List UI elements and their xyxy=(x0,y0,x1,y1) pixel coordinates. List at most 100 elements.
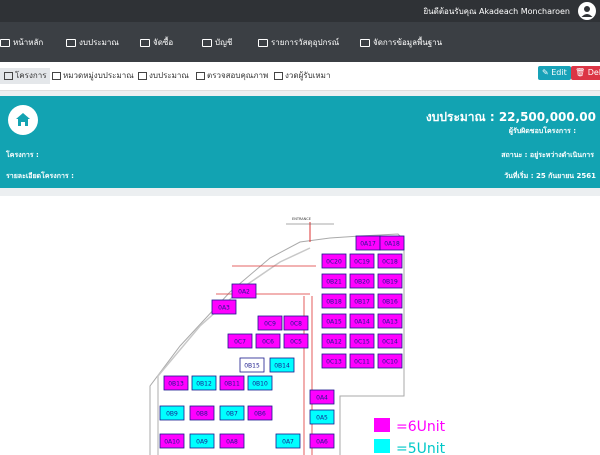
welcome-text: ยินดีต้อนรับคุณ Akadeach Moncharoen xyxy=(423,7,570,16)
plan-unit-label: 0C5 xyxy=(290,339,302,346)
installment-icon xyxy=(274,71,283,80)
budget-icon xyxy=(66,38,76,47)
plan-unit-label: 0B7 xyxy=(226,411,238,418)
home-icon xyxy=(0,38,10,47)
plan-unit-label: 0B17 xyxy=(354,299,370,306)
edit-label: Edit xyxy=(551,68,567,77)
tab-project[interactable]: โครงการ xyxy=(0,68,51,84)
home-icon[interactable] xyxy=(8,105,38,135)
plan-unit-label: 0C19 xyxy=(354,259,370,266)
legend-label-6unit: =6Unit xyxy=(396,419,446,435)
project-info-panel: งบประมาณ : 22,500,000.00 ผู้รับผิดชอบโคร… xyxy=(0,96,600,188)
plan-unit-label: 0A2 xyxy=(238,289,250,296)
nav-item-budget[interactable]: งบประมาณ xyxy=(66,36,119,49)
list-icon xyxy=(258,38,268,47)
tab-label: หมวดหมู่งบประมาณ xyxy=(63,71,134,80)
plan-unit-label: 0A4 xyxy=(316,395,328,402)
tab-label: งวดผู้รับเหมา xyxy=(285,71,331,80)
tab-label: ตรวจสอบคุณภาพ xyxy=(207,71,269,80)
nav-item-purchase[interactable]: จัดซื้อ xyxy=(140,36,173,49)
tab-budget-category[interactable]: หมวดหมู่งบประมาณ xyxy=(48,68,138,84)
plan-unit-label: 0C10 xyxy=(382,359,398,366)
project-icon xyxy=(4,71,13,80)
legend: =6Unit =5Unit xyxy=(374,418,446,455)
plan-unit-label: 0A8 xyxy=(226,439,238,446)
delete-button[interactable]: 🗑 Delete xyxy=(571,66,600,80)
project-name-label: โครงการ : xyxy=(6,151,39,159)
plan-unit-label: 0C11 xyxy=(354,359,370,366)
nav-label: จัดการข้อมูลพื้นฐาน xyxy=(373,38,443,47)
book-icon xyxy=(202,38,212,47)
plan-unit-label: 0B20 xyxy=(354,279,370,286)
user-avatar-icon[interactable] xyxy=(578,2,596,20)
nav-label: จัดซื้อ xyxy=(153,38,174,47)
legend-label-5unit: =5Unit xyxy=(396,441,446,455)
category-icon xyxy=(52,71,61,80)
tab-bar: โครงการ หมวดหมู่งบประมาณ งบประมาณ ตรวจสอ… xyxy=(0,62,600,91)
project-responsible: ผู้รับผิดชอบโครงการ : xyxy=(508,127,576,135)
nav-item-account[interactable]: บัญชี xyxy=(202,36,232,49)
plan-unit-label: 0A7 xyxy=(282,439,294,446)
plan-unit-label: 0A9 xyxy=(196,439,208,446)
plan-unit-label: 0A3 xyxy=(218,305,230,312)
plan-unit-label: 0A13 xyxy=(382,319,398,326)
edit-button[interactable]: ✎ Edit xyxy=(538,66,571,80)
legend-swatch-6unit xyxy=(374,418,390,432)
nav-label: รายการวัสดุอุปกรณ์ xyxy=(271,38,340,47)
plan-unit-label: 0A18 xyxy=(384,241,400,248)
plan-unit-label: 0B11 xyxy=(224,381,240,388)
cart-icon xyxy=(140,38,150,47)
plan-unit-label: 0C14 xyxy=(382,339,398,346)
plan-unit-label: 0B13 xyxy=(168,381,184,388)
plan-unit-label: 0B6 xyxy=(254,411,266,418)
project-budget: งบประมาณ : 22,500,000.00 xyxy=(425,110,596,124)
tab-label: โครงการ xyxy=(15,71,47,80)
plan-units: 0A17 0A18 0C20 0C19 0C18 0B21 0B20 0B19 0B18 0B17… xyxy=(159,235,405,449)
nav-label: หน้าหลัก xyxy=(13,38,44,47)
plan-unit-label: 0A12 xyxy=(326,339,342,346)
plan-unit-label: 0A10 xyxy=(164,439,180,446)
tab-budget[interactable]: งบประมาณ xyxy=(134,68,193,84)
plan-unit-label: 0B8 xyxy=(196,411,208,418)
plan-unit-label: 0B21 xyxy=(326,279,342,286)
site-plan-drawing: ENTRANCE 0A17 0A18 0C20 0C19 0C18 0B21 0B20 0B1… xyxy=(149,217,446,455)
main-nav: หน้าหลัก งบประมาณ จัดซื้อ บัญชี รายการวั… xyxy=(0,22,600,62)
plan-unit-label: 0C15 xyxy=(354,339,370,346)
site-plan: ENTRANCE 0A17 0A18 0C20 0C19 0C18 0B21 0B20 0B1… xyxy=(0,196,600,455)
plan-unit-label: 0B9 xyxy=(166,411,178,418)
top-bar: ยินดีต้อนรับคุณ Akadeach Moncharoen xyxy=(0,0,600,22)
budget-icon xyxy=(138,71,147,80)
plan-unit-label: 0B10 xyxy=(252,381,268,388)
plan-unit-label: 0A14 xyxy=(354,319,370,326)
plan-unit-label: 0A5 xyxy=(316,415,328,422)
plan-unit-label: 0B12 xyxy=(196,381,212,388)
plan-unit-label: 0B19 xyxy=(382,279,398,286)
plan-unit-label: 0B15 xyxy=(244,363,260,370)
tab-quality-check[interactable]: ตรวจสอบคุณภาพ xyxy=(192,68,272,84)
nav-item-materials[interactable]: รายการวัสดุอุปกรณ์ xyxy=(258,36,339,49)
nav-item-home[interactable]: หน้าหลัก xyxy=(0,36,43,49)
nav-item-settings[interactable]: จัดการข้อมูลพื้นฐาน xyxy=(360,36,442,49)
plan-unit-label: 0B14 xyxy=(274,363,290,370)
plan-unit-label: 0B16 xyxy=(382,299,398,306)
plan-unit-label: 0A6 xyxy=(316,439,328,446)
legend-swatch-5unit xyxy=(374,439,390,453)
chart-icon xyxy=(196,71,205,80)
plan-unit-label: 0C6 xyxy=(262,339,274,346)
plan-unit-label: 0C9 xyxy=(264,321,276,328)
gear-icon xyxy=(360,38,370,47)
plan-unit-label: 0A17 xyxy=(360,241,376,248)
svg-text:ENTRANCE: ENTRANCE xyxy=(292,217,311,221)
plan-unit-label: 0B18 xyxy=(326,299,342,306)
project-detail-label: รายละเอียดโครงการ : xyxy=(6,172,74,180)
plan-unit-label: 0C13 xyxy=(326,359,342,366)
delete-label: Delete xyxy=(587,68,600,77)
plan-unit-label: 0A15 xyxy=(326,319,342,326)
nav-label: บัญชี xyxy=(215,38,233,47)
project-status: สถานะ : อยู่ระหว่างดำเนินการ xyxy=(501,151,594,159)
project-start-date: วันที่เริ่ม : 25 กันยายน 2561 xyxy=(504,172,596,180)
plan-unit-label: 0C7 xyxy=(234,339,246,346)
nav-label: งบประมาณ xyxy=(79,38,119,47)
tab-contractor-installments[interactable]: งวดผู้รับเหมา xyxy=(270,68,334,84)
tab-label: งบประมาณ xyxy=(149,71,189,80)
